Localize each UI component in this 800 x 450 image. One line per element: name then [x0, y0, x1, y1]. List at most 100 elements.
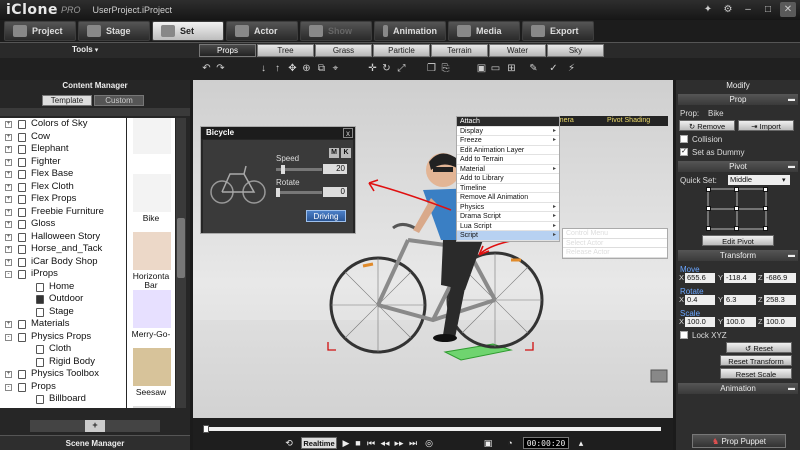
tree-item[interactable]: - Physics Props	[0, 331, 126, 344]
context-menu-item[interactable]: Script ▸	[457, 231, 559, 241]
close-icon[interactable]: ✕	[780, 2, 796, 17]
collision-checkbox[interactable]	[680, 135, 688, 143]
move-y-field[interactable]: -118.4	[724, 273, 756, 283]
tree-item[interactable]: + Flex Props	[0, 193, 126, 206]
pivot-shading-label[interactable]: Pivot Shading	[607, 116, 650, 126]
submenu-item-control-menu[interactable]: Control Menu	[563, 229, 667, 239]
expand-icon[interactable]: +	[5, 183, 12, 191]
collapse-icon[interactable]: ▬	[788, 250, 795, 261]
expand-icon[interactable]: +	[5, 246, 12, 253]
tree-item[interactable]: + Gloss	[0, 218, 126, 231]
thumbnail-item[interactable]: Bike	[127, 170, 175, 228]
context-menu-item[interactable]: Lua Script ▸	[457, 221, 559, 231]
thumbnail-item[interactable]: Merry-Go-	[127, 286, 175, 344]
expand-icon[interactable]: +	[5, 233, 12, 241]
context-menu-item[interactable]: Display ▸	[457, 126, 559, 136]
tree-item[interactable]: Billboard	[0, 393, 126, 406]
snap-icon[interactable]: ⌖	[330, 64, 341, 74]
play-icon[interactable]: ▶	[341, 438, 351, 449]
rotate-x-field[interactable]: 0.4	[685, 295, 715, 305]
prev-frame-icon[interactable]: ◂◂	[379, 438, 391, 449]
tree-item[interactable]: Outdoor	[0, 293, 126, 306]
scrollbar-thumb[interactable]	[177, 218, 185, 278]
pan-icon[interactable]: ✥	[287, 64, 298, 74]
undo-icon[interactable]: ↶	[201, 64, 212, 74]
tab-7[interactable]: Export	[522, 21, 594, 41]
remove-button[interactable]: ↻ Remove	[679, 120, 735, 131]
scale-icon[interactable]: ⤢	[396, 64, 407, 74]
rotate-z-field[interactable]: 258.3	[764, 295, 796, 305]
expand-icon[interactable]: +	[5, 371, 12, 378]
pivot-point-top-right[interactable]	[763, 187, 768, 192]
collapse-icon[interactable]: ▬	[788, 94, 795, 105]
animation-section-header[interactable]: Animation ▬	[678, 383, 798, 394]
context-menu-attach[interactable]: Attach	[457, 117, 559, 127]
rotate-icon[interactable]: ↻	[381, 64, 392, 74]
redo-icon[interactable]: ↷	[215, 64, 226, 74]
collapse-icon[interactable]: -	[5, 383, 12, 391]
frame-icon[interactable]: ▣	[476, 64, 487, 74]
tab-template[interactable]: Template	[42, 95, 92, 106]
check-icon[interactable]: ✓	[548, 64, 559, 74]
tools-icon[interactable]: ✦	[700, 2, 716, 17]
forward-end-icon[interactable]: ⏭	[407, 438, 419, 449]
light-icon[interactable]: ⚡	[566, 64, 577, 74]
collapse-icon[interactable]: -	[5, 271, 12, 278]
submenu-item-release-actor[interactable]: Release Actor	[563, 248, 667, 258]
timecode-display[interactable]: 00:00:20	[523, 437, 569, 449]
gear-icon[interactable]: ⚙	[720, 2, 736, 17]
chevron-down-icon[interactable]: ▾	[782, 174, 786, 187]
expand-icon[interactable]: +	[5, 208, 12, 216]
subtab-water[interactable]: Water	[489, 44, 546, 57]
pivot-point-bottom-left[interactable]	[706, 226, 711, 231]
paint-icon[interactable]: ✎	[528, 64, 539, 74]
transform-section-header[interactable]: Transform ▬	[678, 250, 798, 261]
collapse-icon[interactable]: -	[5, 333, 12, 341]
tree-item[interactable]: + Fighter	[0, 156, 126, 169]
next-frame-icon[interactable]: ▸▸	[393, 438, 405, 449]
reset-transform-button[interactable]: Reset Transform	[720, 355, 792, 366]
tab-5[interactable]: Animation	[374, 21, 446, 41]
context-menu-item[interactable]: Freeze ▸	[457, 136, 559, 146]
tree-item[interactable]: + Flex Base	[0, 168, 126, 181]
context-menu-item[interactable]: Add to Library	[457, 174, 559, 184]
pivot-point-top[interactable]	[734, 187, 739, 192]
tree-item[interactable]: + Materials	[0, 318, 126, 331]
pick-icon[interactable]: ⊕	[301, 64, 312, 74]
paste-icon[interactable]: ⎘	[440, 64, 451, 74]
reset-button[interactable]: ↺ Reset	[726, 342, 792, 353]
context-menu-item[interactable]: Timeline	[457, 183, 559, 193]
speed-slider-knob[interactable]	[281, 165, 286, 174]
tab-3[interactable]: Actor	[226, 21, 298, 41]
pivot-section-header[interactable]: Pivot ▬	[678, 161, 798, 172]
context-menu-item[interactable]: Remove All Animation	[457, 193, 559, 203]
context-menu-item[interactable]: Physics ▸	[457, 202, 559, 212]
timeline-track[interactable]	[203, 425, 661, 433]
prop-puppet-button[interactable]: ♞ Prop Puppet	[692, 434, 786, 448]
tree-item[interactable]: + Physics Toolbox	[0, 368, 126, 381]
tree-item[interactable]: + Freebie Furniture	[0, 206, 126, 219]
tools-menu[interactable]: Tools	[72, 45, 98, 54]
move-up-icon[interactable]: ↑	[272, 64, 283, 74]
tree-item[interactable]: Cloth	[0, 343, 126, 356]
prop-section-header[interactable]: Prop ▬	[678, 94, 798, 105]
expand-icon[interactable]: +	[5, 158, 12, 166]
move-z-field[interactable]: -686.9	[764, 273, 796, 283]
context-menu-item[interactable]: Drama Script ▸	[457, 212, 559, 222]
subtab-props[interactable]: Props	[199, 44, 256, 57]
context-menu-item[interactable]: Edit Animation Layer	[457, 145, 559, 155]
pivot-point-right[interactable]	[763, 206, 768, 211]
tree-item[interactable]: + Halloween Story	[0, 231, 126, 244]
k-button[interactable]: K	[341, 148, 351, 158]
subtab-grass[interactable]: Grass	[315, 44, 372, 57]
expand-icon[interactable]: +	[5, 196, 12, 203]
collapse-icon[interactable]: ▬	[788, 383, 795, 394]
copy-icon[interactable]: ❐	[426, 64, 437, 74]
tab-2[interactable]: Set	[152, 21, 224, 41]
dummy-checkbox[interactable]: ✓	[680, 148, 688, 156]
expand-icon[interactable]: +	[5, 258, 12, 266]
expand-icon[interactable]: +	[5, 121, 12, 128]
timeline-playhead[interactable]	[203, 425, 209, 433]
record-icon[interactable]: ◎	[423, 438, 435, 449]
rotate-y-field[interactable]: 6.3	[724, 295, 756, 305]
